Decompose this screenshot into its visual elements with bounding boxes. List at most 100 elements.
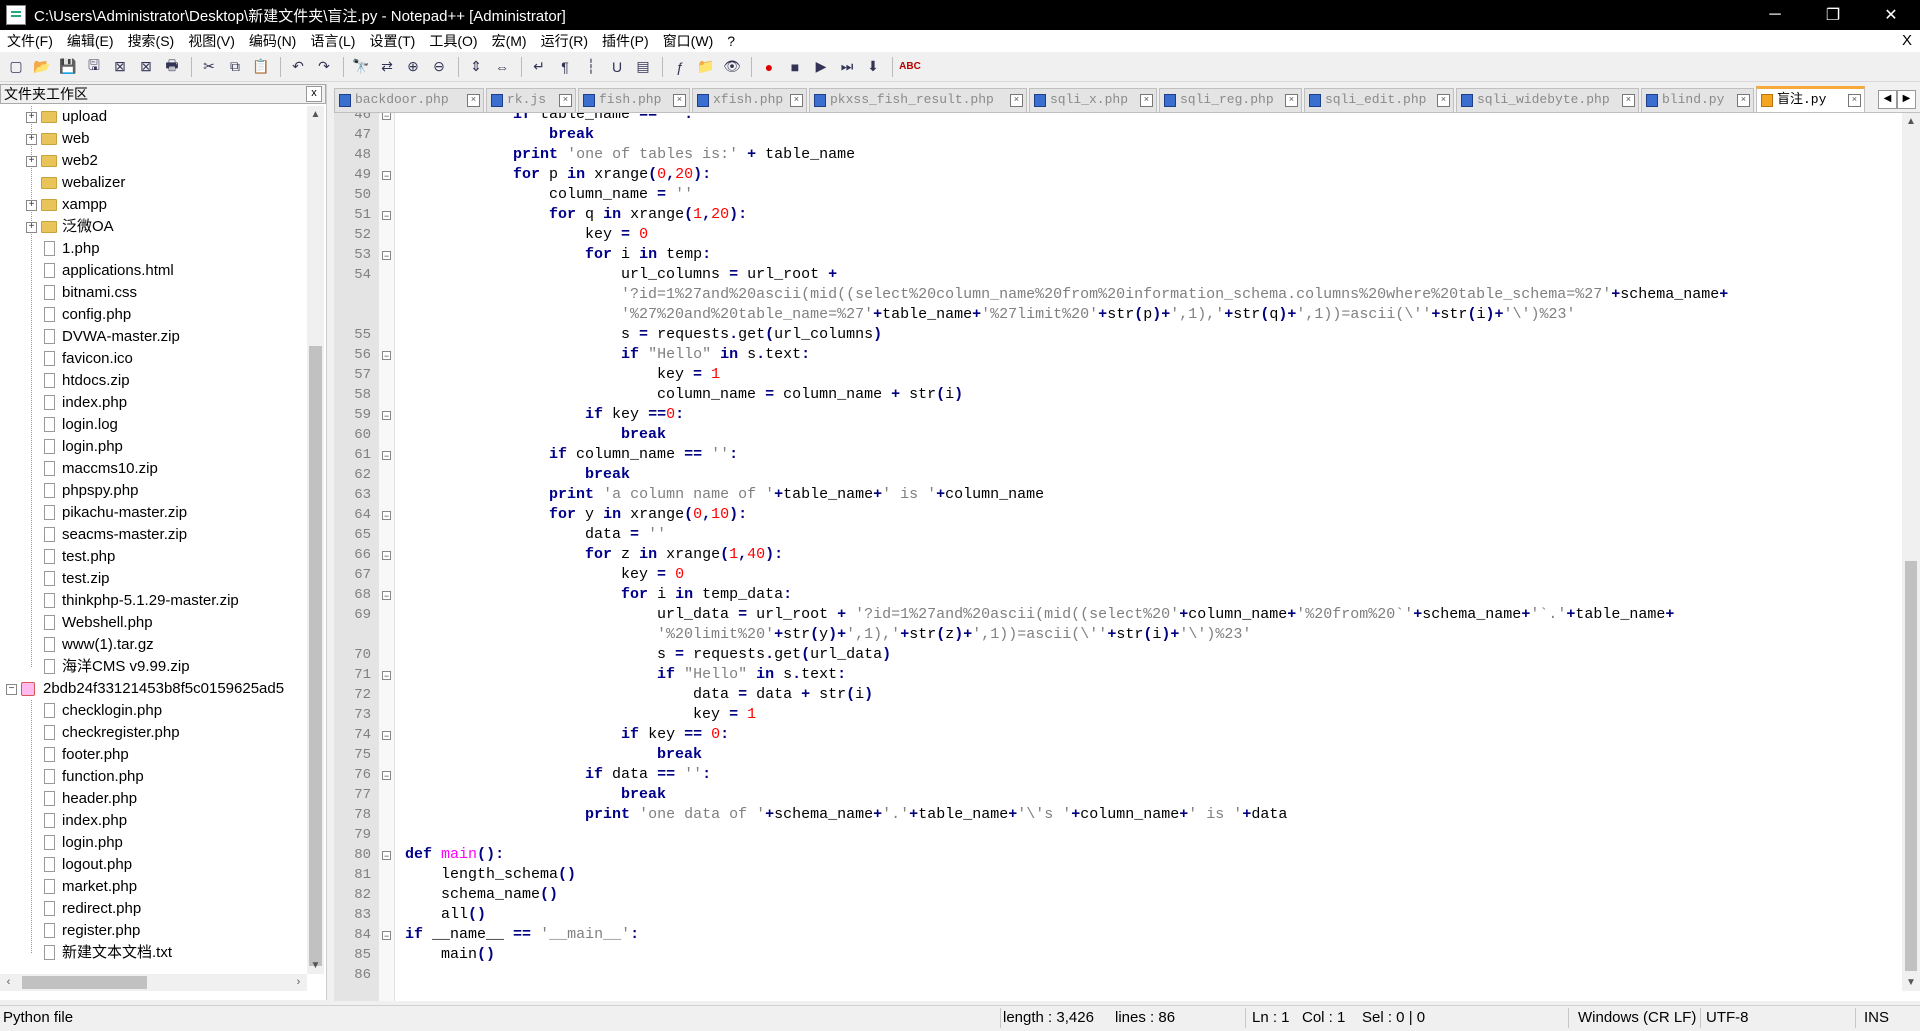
tree-file[interactable]: www(1).tar.gz bbox=[0, 634, 306, 656]
document-tab[interactable]: sqli_reg.php × bbox=[1159, 88, 1302, 112]
fold-toggle-icon[interactable]: − bbox=[382, 931, 391, 941]
save-macro-icon[interactable]: ⬇ bbox=[861, 55, 885, 79]
zoom-out-icon[interactable]: ⊖ bbox=[427, 55, 451, 79]
document-tab[interactable]: pkxss_fish_result.php × bbox=[809, 88, 1027, 112]
close-document-button[interactable]: X bbox=[1902, 32, 1912, 49]
code-line[interactable]: if "Hello" in s.text: bbox=[405, 345, 810, 365]
close-all-icon[interactable]: ⊠ bbox=[134, 55, 158, 79]
tree-file[interactable]: 1.php bbox=[0, 238, 306, 260]
menu-language[interactable]: 语言(L) bbox=[303, 31, 362, 51]
tree-file[interactable]: register.php bbox=[0, 920, 306, 942]
code-line[interactable]: if key ==0: bbox=[405, 405, 684, 425]
new-file-icon[interactable]: ▢ bbox=[4, 55, 28, 79]
menu-plugins[interactable]: 插件(P) bbox=[595, 31, 656, 51]
scroll-thumb[interactable] bbox=[309, 346, 322, 966]
fold-toggle-icon[interactable]: − bbox=[382, 851, 391, 861]
code-line[interactable]: key = 1 bbox=[405, 365, 720, 385]
show-all-chars-icon[interactable]: ¶ bbox=[553, 55, 577, 79]
code-line[interactable]: url_data = url_root + '?id=1%27and%20asc… bbox=[405, 605, 1674, 625]
code-line[interactable]: column_name = column_name + str(i) bbox=[405, 385, 963, 405]
cut-icon[interactable]: ✂ bbox=[197, 55, 221, 79]
code-line[interactable]: break bbox=[405, 785, 666, 805]
tab-close-icon[interactable]: × bbox=[1437, 94, 1450, 107]
code-line[interactable]: for q in xrange(1,20): bbox=[405, 205, 747, 225]
code-line[interactable]: s = requests.get(url_data) bbox=[405, 645, 891, 665]
tab-close-icon[interactable]: × bbox=[1848, 94, 1861, 107]
word-wrap-icon[interactable]: ↵ bbox=[527, 55, 551, 79]
tab-scroll-left-icon[interactable]: ◀ bbox=[1878, 90, 1897, 109]
scroll-down-arrow-icon[interactable]: ▼ bbox=[1902, 974, 1920, 991]
code-line[interactable]: if key == 0: bbox=[405, 725, 729, 745]
scroll-up-arrow-icon[interactable]: ▲ bbox=[307, 106, 324, 123]
expand-icon[interactable]: + bbox=[26, 112, 37, 123]
document-tab[interactable]: xfish.php × bbox=[692, 88, 807, 112]
udl-icon[interactable]: U bbox=[605, 55, 629, 79]
editor-vertical-scrollbar[interactable]: ▲ ▼ bbox=[1902, 113, 1920, 991]
code-line[interactable]: for i in temp_data: bbox=[405, 585, 792, 605]
tree-root-folder[interactable]: − 2bdb24f33121453b8f5c0159625ad5 bbox=[0, 678, 306, 700]
code-line[interactable]: for p in xrange(0,20): bbox=[405, 165, 711, 185]
fold-toggle-icon[interactable]: − bbox=[382, 351, 391, 361]
close-icon[interactable]: ⊠ bbox=[108, 55, 132, 79]
scroll-up-arrow-icon[interactable]: ▲ bbox=[1902, 113, 1920, 130]
tree-horizontal-scrollbar[interactable]: ‹ › bbox=[0, 974, 307, 991]
code-line[interactable]: length_schema() bbox=[405, 865, 576, 885]
menu-help[interactable]: ? bbox=[720, 33, 742, 49]
code-line[interactable]: column_name = '' bbox=[405, 185, 693, 205]
fold-toggle-icon[interactable]: − bbox=[382, 731, 391, 741]
tree-file[interactable]: checkregister.php bbox=[0, 722, 306, 744]
stop-macro-icon[interactable]: ■ bbox=[783, 55, 807, 79]
code-line[interactable]: break bbox=[405, 465, 630, 485]
code-line[interactable]: all() bbox=[405, 905, 486, 925]
expand-icon[interactable]: + bbox=[26, 222, 37, 233]
tree-file[interactable]: Webshell.php bbox=[0, 612, 306, 634]
replace-icon[interactable]: ⇄ bbox=[375, 55, 399, 79]
menu-view[interactable]: 视图(V) bbox=[181, 31, 242, 51]
document-tab[interactable]: rk.js × bbox=[486, 88, 576, 112]
tab-close-icon[interactable]: × bbox=[1622, 94, 1635, 107]
tab-close-icon[interactable]: × bbox=[1737, 94, 1750, 107]
zoom-in-icon[interactable]: ⊕ bbox=[401, 55, 425, 79]
tree-file[interactable]: index.php bbox=[0, 810, 306, 832]
menu-edit[interactable]: 编辑(E) bbox=[60, 31, 121, 51]
document-tab[interactable]: sqli_x.php × bbox=[1029, 88, 1157, 112]
status-encoding[interactable]: UTF-8 bbox=[1706, 1009, 1749, 1026]
play-macro-icon[interactable]: ▶ bbox=[809, 55, 833, 79]
code-editor[interactable]: 46 47 48 49 50 51 52 53 54 55 56 57 58 59 60 61 62 63 64 65… bbox=[334, 112, 1920, 1001]
code-line[interactable]: print 'one data of '+schema_name+'.'+tab… bbox=[405, 805, 1287, 825]
scroll-thumb[interactable] bbox=[22, 976, 147, 989]
tree-file[interactable]: function.php bbox=[0, 766, 306, 788]
monitoring-icon[interactable]: 👁 bbox=[720, 55, 744, 79]
tree-file[interactable]: logout.php bbox=[0, 854, 306, 876]
code-line[interactable]: data = data + str(i) bbox=[405, 685, 873, 705]
tree-folder[interactable]: + web bbox=[0, 128, 306, 150]
maximize-button[interactable]: ❐ bbox=[1804, 0, 1862, 30]
save-all-icon[interactable]: 🖫 bbox=[82, 55, 106, 79]
code-line[interactable]: data = '' bbox=[405, 525, 666, 545]
tree-file[interactable]: thinkphp-5.1.29-master.zip bbox=[0, 590, 306, 612]
run-macro-multiple-icon[interactable]: ⏭ bbox=[835, 55, 859, 79]
fold-toggle-icon[interactable]: − bbox=[382, 113, 391, 121]
menu-file[interactable]: 文件(F) bbox=[0, 31, 60, 51]
tab-close-icon[interactable]: × bbox=[559, 94, 572, 107]
code-line[interactable]: if "Hello" in s.text: bbox=[405, 665, 846, 685]
tree-file[interactable]: 海洋CMS v9.99.zip bbox=[0, 656, 306, 678]
code-line[interactable]: print 'one of tables is:' + table_name bbox=[405, 145, 855, 165]
fold-toggle-icon[interactable]: − bbox=[382, 171, 391, 181]
expand-icon[interactable]: + bbox=[26, 156, 37, 167]
code-line[interactable]: for i in temp: bbox=[405, 245, 711, 265]
code-line[interactable]: main() bbox=[405, 945, 495, 965]
fold-toggle-icon[interactable]: − bbox=[382, 211, 391, 221]
collapse-icon[interactable]: − bbox=[6, 684, 17, 695]
menu-encoding[interactable]: 编码(N) bbox=[242, 31, 303, 51]
tab-close-icon[interactable]: × bbox=[1140, 94, 1153, 107]
close-window-button[interactable]: ✕ bbox=[1862, 0, 1920, 30]
code-line[interactable]: '%20limit%20'+str(y)+',1),'+str(z)+',1))… bbox=[405, 625, 1251, 645]
menu-run[interactable]: 运行(R) bbox=[534, 31, 595, 51]
code-line[interactable]: schema_name() bbox=[405, 885, 558, 905]
tree-file[interactable]: favicon.ico bbox=[0, 348, 306, 370]
tree-file[interactable]: test.php bbox=[0, 546, 306, 568]
find-icon[interactable]: 🔭 bbox=[349, 55, 373, 79]
tree-file[interactable]: 新建文本文档.txt bbox=[0, 942, 306, 964]
tree-folder[interactable]: + xampp bbox=[0, 194, 306, 216]
